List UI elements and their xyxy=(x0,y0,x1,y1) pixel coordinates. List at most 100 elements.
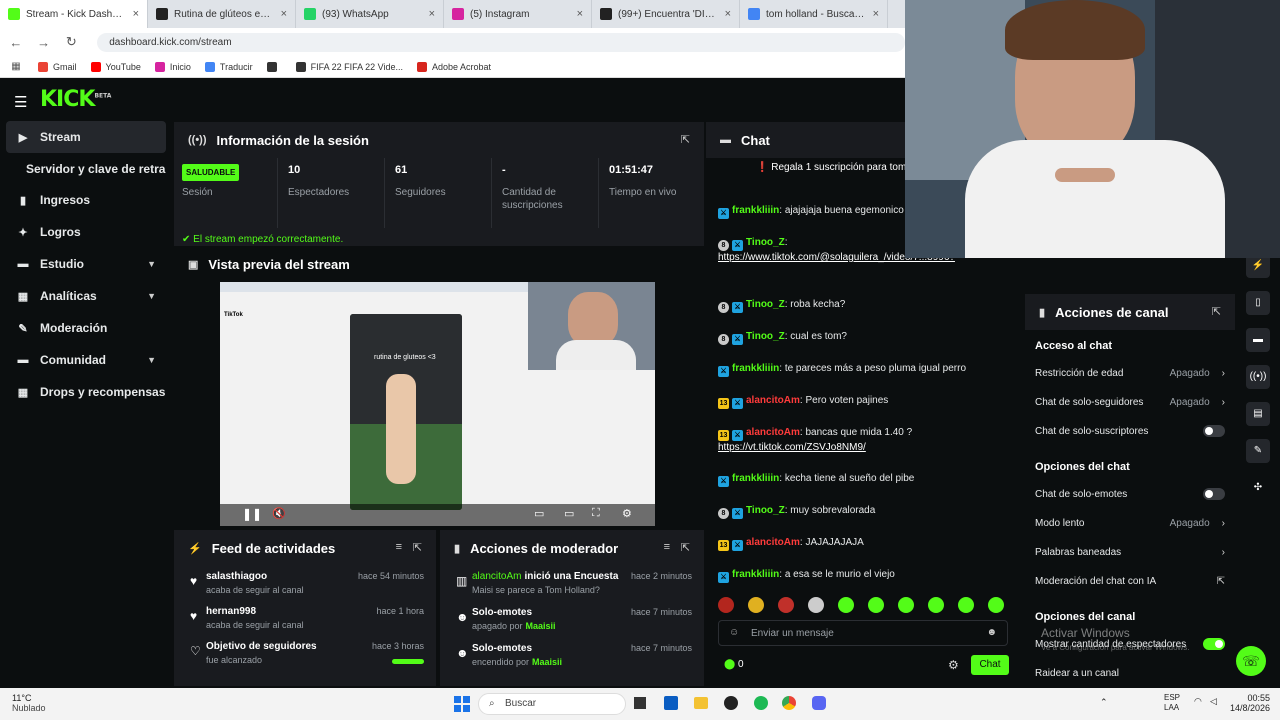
pause-icon[interactable]: ❚❚ xyxy=(242,507,262,521)
mod-action-name[interactable]: Solo-emotes xyxy=(472,643,532,654)
tray-chevron-icon[interactable]: ⌃ xyxy=(1100,697,1108,708)
wifi-icon[interactable]: ◠ xyxy=(1194,696,1202,707)
chat-username[interactable]: Tinoo_Z xyxy=(746,331,785,342)
channel-action-row[interactable]: Chat de solo-seguidores Apagado › xyxy=(1035,397,1225,411)
emote-icon[interactable] xyxy=(928,597,944,613)
channel-action-row[interactable]: Moderación del chat con IA ⇱ xyxy=(1035,576,1225,590)
filter-icon[interactable]: ≡ xyxy=(396,541,402,553)
apps-icon[interactable]: ✣ xyxy=(1246,476,1270,500)
tab-close-icon[interactable]: × xyxy=(873,8,879,20)
tab-close-icon[interactable]: × xyxy=(281,8,287,20)
tab-close-icon[interactable]: × xyxy=(133,8,139,20)
chat-username[interactable]: Tinoo_Z xyxy=(746,299,785,310)
help-fab-icon[interactable]: ☏ xyxy=(1236,646,1266,676)
bookmark-item[interactable]: Adobe Acrobat xyxy=(416,61,491,72)
chat-settings-icon[interactable]: ⚙ xyxy=(948,658,959,672)
sidebar-item[interactable]: ▦ Analíticas ▼ xyxy=(6,280,166,312)
bookmark-item[interactable]: FIFA 22 FIFA 22 Vide... xyxy=(295,61,403,72)
browser-tab[interactable]: (93) WhatsApp × xyxy=(296,0,444,28)
sidebar-item[interactable]: ▦ Drops y recompensas xyxy=(6,376,166,408)
mod-action-name[interactable]: Solo-emotes xyxy=(472,607,532,618)
broadcast-icon[interactable]: ((•)) xyxy=(1246,365,1270,389)
chat-username[interactable]: alancitoAm xyxy=(746,395,800,406)
bookmark-item[interactable]: Traducir xyxy=(204,61,253,72)
toggle-switch[interactable] xyxy=(1203,638,1225,650)
chat-icon[interactable]: ▬ xyxy=(1246,328,1270,352)
taskbar-search[interactable]: ⌕ Buscar xyxy=(478,693,626,715)
browser-tab[interactable]: Stream - Kick Dashboard × xyxy=(0,0,148,28)
browser-tab[interactable]: Rutina de glúteos en cas × xyxy=(148,0,296,28)
browser-tab[interactable]: (99+) Encuentra 'DISFRACES × xyxy=(592,0,740,28)
pinned-gift-banner[interactable]: ❗ Regala 1 suscripción para tom xyxy=(756,162,906,173)
chat-username[interactable]: alancitoAm xyxy=(746,537,800,548)
fullscreen-icon[interactable]: ⛶ xyxy=(592,507,600,520)
sidebar-item[interactable]: ▬ Comunidad ▼ xyxy=(6,344,166,376)
emote-icon[interactable] xyxy=(898,597,914,613)
sidebar-item[interactable]: ▮ Ingresos xyxy=(6,184,166,216)
channel-action-row[interactable]: Restricción de edad Apagado › xyxy=(1035,368,1225,382)
weather-widget[interactable]: 11°C Nublado xyxy=(12,693,46,713)
tab-close-icon[interactable]: × xyxy=(577,8,583,20)
start-icon[interactable] xyxy=(454,696,470,712)
browser-tab[interactable]: (5) Instagram × xyxy=(444,0,592,28)
popout-icon[interactable]: ⇱ xyxy=(681,541,690,554)
filter-icon[interactable]: ≡ xyxy=(664,541,670,553)
wrench-icon[interactable]: ✎ xyxy=(1246,439,1270,463)
sidebar-item[interactable]: ✎ Moderación xyxy=(6,312,166,344)
bookmark-item[interactable] xyxy=(266,61,282,72)
chat-username[interactable]: Tinoo_Z xyxy=(746,505,785,516)
chat-link[interactable]: https://vt.tiktok.com/ZSVJo8NM9/ xyxy=(718,442,866,453)
bookmark-item[interactable]: YouTube xyxy=(90,61,141,72)
menu-icon[interactable]: ☰ xyxy=(14,93,27,111)
emote-picker-icon[interactable]: ☺ xyxy=(729,627,739,638)
pip-icon[interactable]: ▭ xyxy=(534,507,544,520)
clock[interactable]: 00:55 14/8/2026 xyxy=(1226,693,1270,713)
channel-action-row[interactable]: Raidear a un canal xyxy=(1035,668,1225,682)
popout-icon[interactable]: ⇱ xyxy=(413,541,422,554)
kick-logo[interactable]: KICKBETA xyxy=(40,87,111,112)
emote-icon[interactable] xyxy=(808,597,824,613)
channel-action-row[interactable]: Palabras baneadas › xyxy=(1035,547,1225,561)
chat-username[interactable]: frankkliiin xyxy=(732,363,779,374)
store-icon[interactable] xyxy=(664,696,678,710)
sidebar-item[interactable]: Servidor y clave de retransmisión xyxy=(6,153,166,185)
language-indicator[interactable]: ESP LAA xyxy=(1164,693,1180,713)
mod-user-link[interactable]: Maaisii xyxy=(526,621,556,631)
stream-preview-video[interactable]: TikTok rutina de gluteos <3 ❚❚ 🔇 ▭ ▭ ⛶ ⚙ xyxy=(220,282,655,526)
mod-action-name[interactable]: alancitoAm xyxy=(472,571,521,582)
chat-send-button[interactable]: Chat xyxy=(971,655,1009,675)
url-input[interactable]: dashboard.kick.com/stream xyxy=(97,32,905,52)
bookmark-item[interactable]: Inicio xyxy=(154,61,191,72)
file-explorer-icon[interactable] xyxy=(694,697,708,709)
emote-icon[interactable] xyxy=(838,597,854,613)
toggle-switch[interactable] xyxy=(1203,488,1225,500)
chat-username[interactable]: frankkliiin xyxy=(732,205,779,216)
mod-user-link[interactable]: Maaisii xyxy=(532,657,562,667)
task-view-icon[interactable] xyxy=(634,697,646,709)
emote-icon[interactable] xyxy=(958,597,974,613)
chat-input[interactable]: ☺ Enviar un mensaje ☻ xyxy=(718,620,1008,646)
chat-username[interactable]: Tinoo_Z xyxy=(746,237,785,248)
tab-close-icon[interactable]: × xyxy=(725,8,731,20)
forward-icon[interactable]: → xyxy=(36,35,52,50)
theater-icon[interactable]: ▭ xyxy=(564,507,574,520)
apps-grid-icon[interactable]: ▦ xyxy=(8,61,24,72)
toggle-switch[interactable] xyxy=(1203,425,1225,437)
emote-icon[interactable] xyxy=(988,597,1004,613)
feed-item-name[interactable]: salasthiagoo xyxy=(206,571,267,582)
phone-icon[interactable]: ▯ xyxy=(1246,291,1270,315)
chat-username[interactable]: alancitoAm xyxy=(746,427,800,438)
discord-icon[interactable] xyxy=(812,696,826,710)
app-icon[interactable] xyxy=(724,696,738,710)
settings-icon[interactable]: ⚙ xyxy=(622,507,632,520)
sidebar-item[interactable]: ✦ Logros xyxy=(6,216,166,248)
bookmark-item[interactable]: Gmail xyxy=(38,61,77,72)
channel-action-row[interactable]: Chat de solo-emotes xyxy=(1035,488,1225,503)
chat-username[interactable]: frankkliiin xyxy=(732,473,779,484)
volume-icon[interactable]: ◁ xyxy=(1210,696,1217,707)
feed-item-name[interactable]: Objetivo de seguidores xyxy=(206,641,317,652)
mute-icon[interactable]: 🔇 xyxy=(272,507,286,520)
emote-icon[interactable] xyxy=(718,597,734,613)
reload-icon[interactable]: ↻ xyxy=(64,34,80,50)
emoji-icon[interactable]: ☻ xyxy=(986,627,997,638)
